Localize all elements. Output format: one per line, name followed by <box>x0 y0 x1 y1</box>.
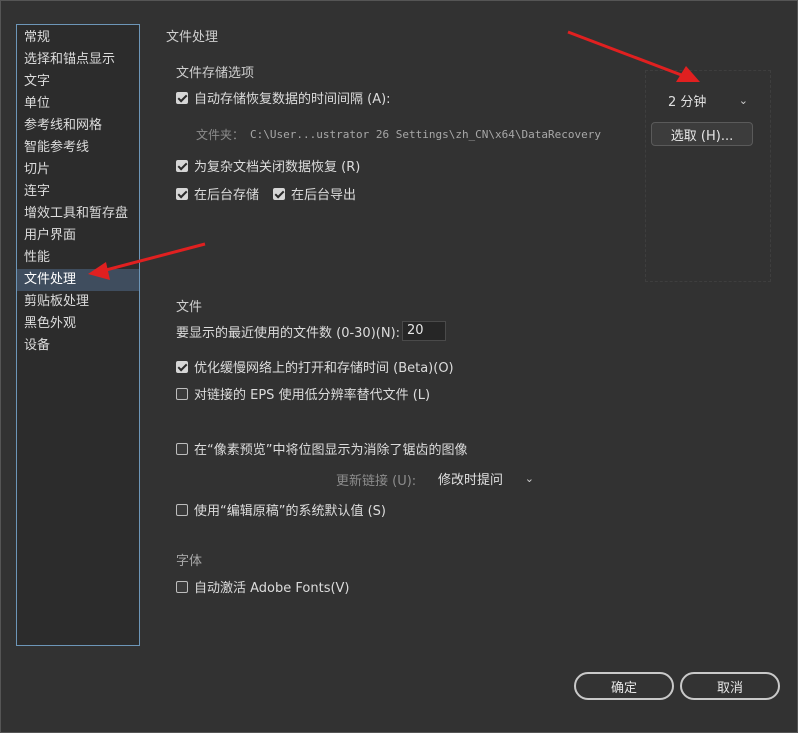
eps-checkbox[interactable] <box>176 387 188 400</box>
complex-docs-row: 为复杂文档关闭数据恢复 (R) <box>176 156 360 175</box>
sidebar-item-clipboard[interactable]: 剪贴板处理 <box>17 291 139 313</box>
bg-export-label: 在后台导出 <box>291 188 357 203</box>
edit-original-label: 使用“编辑原稿”的系统默认值 (S) <box>194 504 386 519</box>
sidebar-item-units[interactable]: 单位 <box>17 93 139 115</box>
update-links-row: 更新链接 (U): <box>336 470 416 489</box>
interval-value: 2 分钟 <box>668 94 707 110</box>
recent-files-row: 要显示的最近使用的文件数 (0-30)(N): 20 <box>176 321 447 341</box>
auto-activate-checkbox[interactable] <box>176 580 188 593</box>
recent-files-input[interactable]: 20 <box>402 321 447 341</box>
complex-docs-label: 为复杂文档关闭数据恢复 (R) <box>194 160 361 175</box>
sidebar-item-black-appearance[interactable]: 黑色外观 <box>17 313 139 335</box>
browse-button[interactable]: 选取 (H)... <box>651 122 753 146</box>
files-title: 文件 <box>176 300 203 315</box>
sidebar-item-general[interactable]: 常规 <box>17 27 139 49</box>
autosave-checkbox[interactable] <box>176 91 188 104</box>
interval-select[interactable]: 2 分钟 ⌄ <box>660 88 756 112</box>
edit-original-row: 使用“编辑原稿”的系统默认值 (S) <box>176 500 386 519</box>
complex-docs-checkbox[interactable] <box>176 159 188 172</box>
update-links-select[interactable]: 修改时提问 ⌄ <box>430 466 542 490</box>
auto-activate-row: 自动激活 Adobe Fonts(V) <box>176 577 350 596</box>
sidebar-item-file-handling[interactable]: 文件处理 <box>17 269 139 291</box>
bg-save-label: 在后台存储 <box>194 188 260 203</box>
preferences-sidebar: 常规 选择和锚点显示 文字 单位 参考线和网格 智能参考线 切片 连字 增效工具… <box>16 24 140 646</box>
pixel-preview-checkbox[interactable] <box>176 442 188 455</box>
storage-options-title: 文件存储选项 <box>176 66 255 81</box>
section-title: 文件处理 <box>166 30 219 45</box>
sidebar-item-type[interactable]: 文字 <box>17 71 139 93</box>
folder-path: C:\User...ustrator 26 Settings\zh_CN\x64… <box>250 128 602 141</box>
sidebar-item-hyphenation[interactable]: 连字 <box>17 181 139 203</box>
sidebar-item-devices[interactable]: 设备 <box>17 335 139 357</box>
autosave-row: 自动存储恢复数据的时间间隔 (A): <box>176 88 391 107</box>
update-links-value: 修改时提问 <box>438 472 504 488</box>
sidebar-item-smart-guides[interactable]: 智能参考线 <box>17 137 139 159</box>
optimize-row: 优化缓慢网络上的打开和存储时间 (Beta)(O) <box>176 357 454 376</box>
ok-button[interactable]: 确定 <box>574 672 674 700</box>
chevron-down-icon: ⌄ <box>524 471 534 485</box>
sidebar-item-slices[interactable]: 切片 <box>17 159 139 181</box>
folder-row: 文件夹： C:\User...ustrator 26 Settings\zh_C… <box>196 126 601 143</box>
optimize-checkbox[interactable] <box>176 360 188 373</box>
update-links-label: 更新链接 (U): <box>336 474 417 489</box>
folder-label: 文件夹： <box>196 128 245 142</box>
sidebar-item-plugins-scratch[interactable]: 增效工具和暂存盘 <box>17 203 139 225</box>
chevron-down-icon: ⌄ <box>738 93 748 107</box>
pixel-preview-label: 在“像素预览”中将位图显示为消除了锯齿的图像 <box>194 443 468 458</box>
sidebar-item-selection-anchor[interactable]: 选择和锚点显示 <box>17 49 139 71</box>
auto-activate-label: 自动激活 Adobe Fonts(V) <box>194 581 350 596</box>
sidebar-list: 常规 选择和锚点显示 文字 单位 参考线和网格 智能参考线 切片 连字 增效工具… <box>17 27 139 357</box>
eps-label: 对链接的 EPS 使用低分辨率替代文件 (L) <box>194 388 431 403</box>
recent-files-label: 要显示的最近使用的文件数 (0-30)(N): <box>176 325 401 341</box>
eps-row: 对链接的 EPS 使用低分辨率替代文件 (L) <box>176 384 430 403</box>
edit-original-checkbox[interactable] <box>176 503 188 516</box>
sidebar-item-user-interface[interactable]: 用户界面 <box>17 225 139 247</box>
bg-export-checkbox[interactable] <box>273 187 286 200</box>
background-row: 在后台存储 在后台导出 <box>176 184 356 203</box>
cancel-button[interactable]: 取消 <box>680 672 780 700</box>
sidebar-item-guides-grid[interactable]: 参考线和网格 <box>17 115 139 137</box>
optimize-label: 优化缓慢网络上的打开和存储时间 (Beta)(O) <box>194 361 454 376</box>
autosave-label: 自动存储恢复数据的时间间隔 (A): <box>194 92 391 107</box>
bg-save-checkbox[interactable] <box>176 187 188 200</box>
pixel-preview-row: 在“像素预览”中将位图显示为消除了锯齿的图像 <box>176 439 467 458</box>
fonts-title: 字体 <box>176 554 203 569</box>
sidebar-item-performance[interactable]: 性能 <box>17 247 139 269</box>
